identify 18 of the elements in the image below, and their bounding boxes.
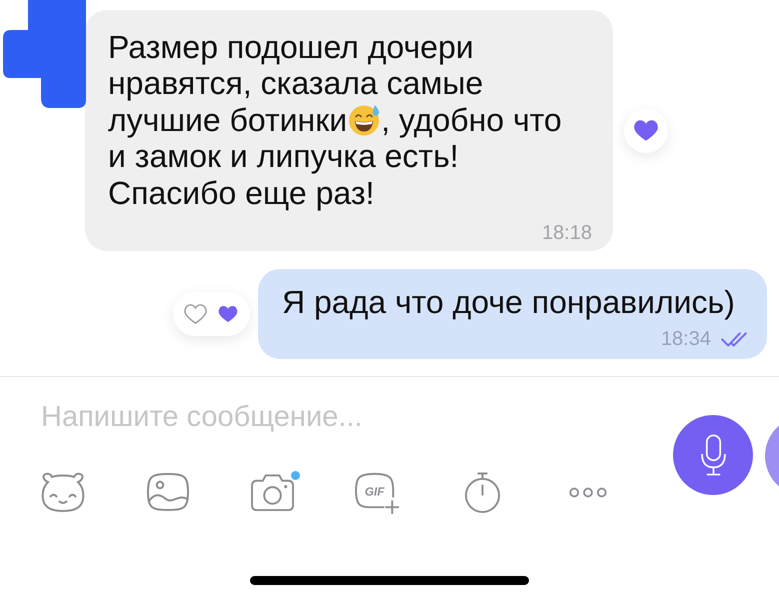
like-button[interactable] <box>624 108 668 152</box>
stopwatch-icon[interactable] <box>464 470 501 514</box>
camera-icon[interactable] <box>249 472 296 512</box>
grin-sweat-emoji-icon <box>348 104 380 136</box>
image-icon[interactable] <box>144 472 190 512</box>
message-text: и замок и липучка есть! Спасибо еще раз! <box>108 138 459 211</box>
message-time: 18:18 <box>542 221 592 245</box>
round-button[interactable] <box>764 426 779 486</box>
message-text: , удобно что <box>381 102 562 138</box>
message-text: Я рада что доче понравились) <box>282 284 735 320</box>
gif-button[interactable]: GIF <box>353 470 402 514</box>
microphone-icon <box>700 434 726 476</box>
message-text: лучшие ботинки <box>108 102 348 138</box>
more-icon[interactable] <box>568 486 608 498</box>
message-time: 18:34 <box>660 327 711 351</box>
reaction-pill[interactable] <box>173 292 250 336</box>
bear-face-icon[interactable] <box>40 472 86 512</box>
message-input[interactable]: Напишите сообщение... <box>41 395 601 439</box>
